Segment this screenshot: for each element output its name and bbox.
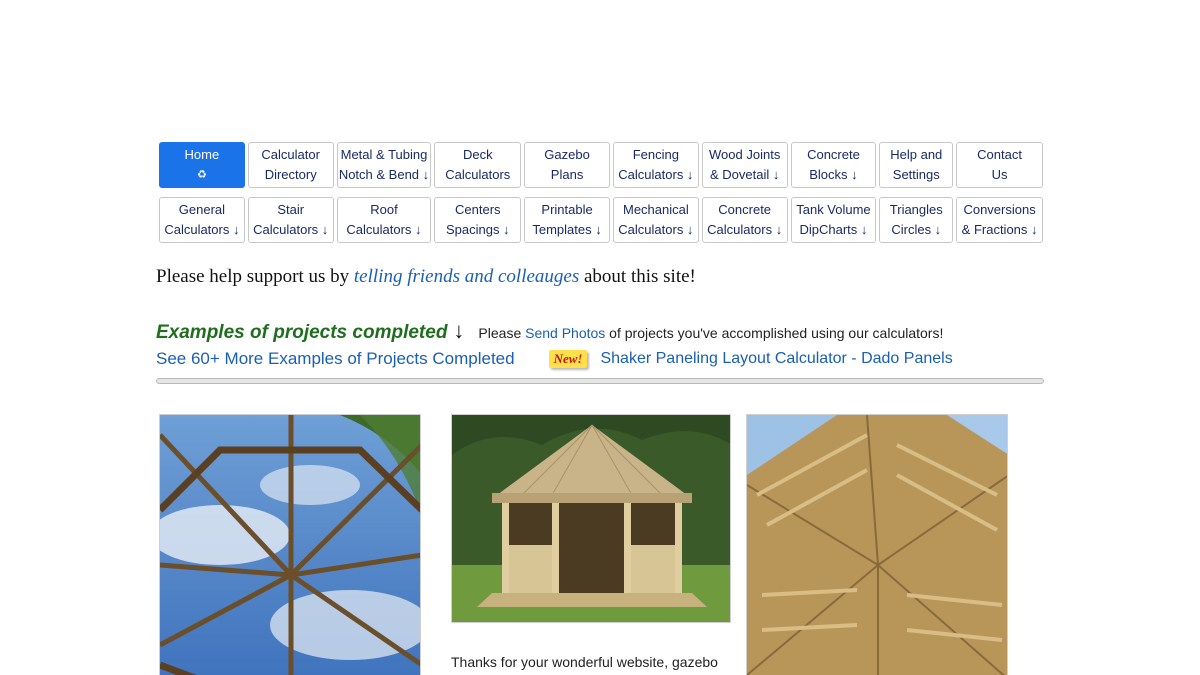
new-badge: New! xyxy=(548,350,588,368)
nav-label-line2: Calculators ↓ xyxy=(618,167,694,182)
nav-button-fencing[interactable]: Fencing Calculators ↓ xyxy=(612,142,699,188)
please-prefix: Please xyxy=(478,325,526,341)
nav-button-printable[interactable]: Printable Templates ↓ xyxy=(524,197,610,243)
roof-rafters-photo[interactable] xyxy=(746,414,1008,675)
nav-label-line2: Settings xyxy=(892,167,940,182)
nav-label-line2: DipCharts ↓ xyxy=(799,222,868,237)
nav-label-line1: Calculator xyxy=(261,147,320,162)
nav-label-line2: Calculators xyxy=(445,167,511,182)
nav-label-line1: Fencing xyxy=(632,147,679,162)
nav-label-line2: Calculators ↓ xyxy=(346,222,422,237)
nav-label-line1: Roof xyxy=(370,202,398,217)
nav-label-line1: Mechanical xyxy=(622,202,689,217)
nav-label-line2: Directory xyxy=(264,167,317,182)
nav-label-line1: Stair xyxy=(277,202,305,217)
recycle-icon: ♻ xyxy=(196,169,207,181)
nav-button-mechanical[interactable]: Mechanical Calculators ↓ xyxy=(612,197,699,243)
nav-button-contact[interactable]: Contact Us xyxy=(956,142,1043,188)
nav-label-line2: Circles ↓ xyxy=(891,222,942,237)
nav-label-line1: Gazebo xyxy=(544,147,590,162)
shaker-paneling-link[interactable]: Shaker Paneling Layout Calculator - Dado… xyxy=(600,350,952,368)
nav-label-line2: Templates ↓ xyxy=(532,222,602,237)
nav-button-general[interactable]: General Calculators ↓ xyxy=(159,197,245,243)
nav-button-concrete[interactable]: Concrete Blocks ↓ xyxy=(790,142,877,188)
nav-label-line1: Conversions xyxy=(963,202,1036,217)
nav-label-line1: Tank Volume xyxy=(796,202,871,217)
section-divider xyxy=(156,378,1044,384)
support-message: Please help support us by telling friend… xyxy=(156,266,696,288)
nav-button-tank-volume[interactable]: Tank Volume DipCharts ↓ xyxy=(790,197,877,243)
nav-label-line2: Us xyxy=(991,167,1008,182)
nav-label-line1: Triangles xyxy=(889,202,943,217)
nav-button-wood-joints[interactable]: Wood Joints & Dovetail ↓ xyxy=(701,142,788,188)
nav-button-gazebo[interactable]: Gazebo Plans xyxy=(524,142,610,188)
down-arrow-icon: ↓ xyxy=(453,318,465,343)
nav-label-line2: Spacings ↓ xyxy=(445,222,510,237)
gazebo-frame-sky-photo[interactable] xyxy=(159,414,421,675)
nav-button-triangles[interactable]: Triangles Circles ↓ xyxy=(879,197,954,243)
project-caption: Thanks for your wonderful website, gazeb… xyxy=(451,654,718,670)
nav-label-line2: Calculators ↓ xyxy=(618,222,694,237)
nav-button-home[interactable]: Home ♻ xyxy=(159,142,245,188)
nav-button-calculator[interactable]: Calculator Directory xyxy=(247,142,334,188)
support-suffix: about this site! xyxy=(579,266,696,287)
nav-label-line1: Concrete xyxy=(718,202,772,217)
nav-label-line2: & Dovetail ↓ xyxy=(709,167,780,182)
support-prefix: Please help support us by xyxy=(156,266,354,287)
nav-label-line1: Metal & Tubing xyxy=(340,147,428,162)
nav-button-centers[interactable]: Centers Spacings ↓ xyxy=(434,197,522,243)
nav-button-stair[interactable]: Stair Calculators ↓ xyxy=(247,197,334,243)
examples-header: Examples of projects completed ↓ Please … xyxy=(156,318,943,344)
examples-title: Examples of projects completed xyxy=(156,322,448,343)
nav-row-primary: Home ♻ Calculator Directory Metal & Tubing No… xyxy=(159,142,1043,189)
nav-button-help-and[interactable]: Help and Settings xyxy=(879,142,954,188)
more-examples-link[interactable]: See 60+ More Examples of Projects Comple… xyxy=(156,349,515,369)
nav-label-line1: Centers xyxy=(455,202,501,217)
nav-label-line2: Blocks ↓ xyxy=(809,167,858,182)
nav-label-line1: General xyxy=(178,202,226,217)
nav-row-secondary: General Calculators ↓ Stair Calculators ↓ Ro… xyxy=(159,197,1043,244)
nav-label-line2: Calculators ↓ xyxy=(253,222,329,237)
nav-label-line2: Notch & Bend ↓ xyxy=(338,167,430,182)
nav-label-line2: Calculators ↓ xyxy=(707,222,783,237)
octagonal-gazebo-photo[interactable] xyxy=(451,414,731,623)
send-photos-link[interactable]: Send Photos xyxy=(525,325,605,341)
nav-label-line1: Concrete xyxy=(807,147,860,162)
please-suffix: of projects you've accomplished using ou… xyxy=(605,325,944,341)
tell-friends-link[interactable]: telling friends and colleauges xyxy=(354,266,579,287)
nav-button-deck[interactable]: Deck Calculators xyxy=(434,142,522,188)
nav-label-line1: Wood Joints xyxy=(709,147,781,162)
nav-label-line1: Printable xyxy=(541,202,593,217)
more-examples-line: See 60+ More Examples of Projects Comple… xyxy=(156,349,953,369)
nav-label-line1: Home xyxy=(184,147,220,162)
nav-label-line1: Contact xyxy=(977,147,1022,162)
nav-button-concrete[interactable]: Concrete Calculators ↓ xyxy=(701,197,788,243)
nav-button-metal-tubing[interactable]: Metal & Tubing Notch & Bend ↓ xyxy=(336,142,432,188)
send-photos-message: Please Send Photos of projects you've ac… xyxy=(478,325,943,341)
nav-label-line1: Deck xyxy=(462,147,493,162)
nav-label-line2: & Fractions ↓ xyxy=(961,222,1038,237)
nav-label-line2: Plans xyxy=(550,167,584,182)
nav-label-line1: Help and xyxy=(890,147,943,162)
nav-button-conversions[interactable]: Conversions & Fractions ↓ xyxy=(956,197,1043,243)
nav-label-line2: Calculators ↓ xyxy=(164,222,240,237)
nav-button-roof[interactable]: Roof Calculators ↓ xyxy=(336,197,432,243)
